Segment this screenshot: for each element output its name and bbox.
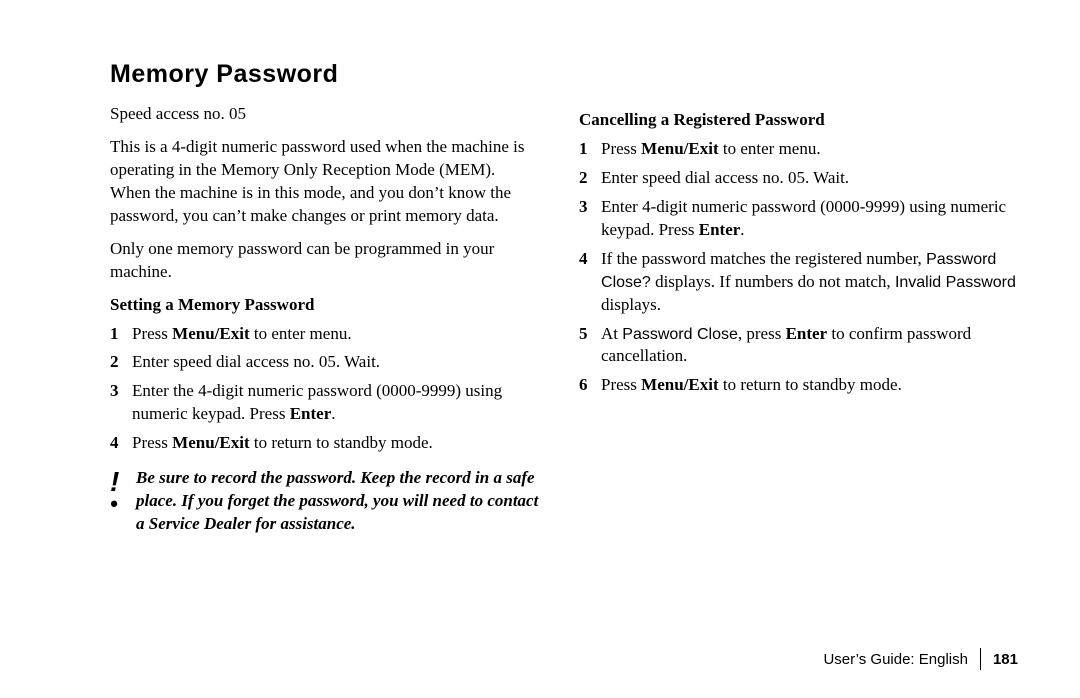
step-text: Press Menu/Exit to enter menu. xyxy=(601,138,1018,161)
page-footer: User’s Guide: English 181 xyxy=(823,648,1018,670)
cancel-steps: Press Menu/Exit to enter menu. Enter spe… xyxy=(579,138,1018,397)
step-text: Press Menu/Exit to return to standby mod… xyxy=(132,432,539,455)
setting-steps: Press Menu/Exit to enter menu. Enter spe… xyxy=(110,323,539,456)
cancel-step-4: If the password matches the registered n… xyxy=(579,248,1018,317)
step-text: Enter speed dial access no. 05. Wait. xyxy=(601,167,1018,190)
setting-step-2: Enter speed dial access no. 05. Wait. xyxy=(110,351,539,374)
page-title: Memory Password xyxy=(110,60,1018,89)
cancel-heading: Cancelling a Registered Password xyxy=(579,109,1018,132)
speed-access-line: Speed access no. 05 xyxy=(110,103,539,126)
setting-step-3: Enter the 4-digit numeric password (0000… xyxy=(110,380,539,426)
intro-paragraph-1: This is a 4-digit numeric password used … xyxy=(110,136,539,228)
setting-step-4: Press Menu/Exit to return to standby mod… xyxy=(110,432,539,455)
cancel-step-1: Press Menu/Exit to enter menu. xyxy=(579,138,1018,161)
setting-heading: Setting a Memory Password xyxy=(110,294,539,317)
cancel-step-3: Enter 4-digit numeric password (0000-999… xyxy=(579,196,1018,242)
document-page: Memory Password Speed access no. 05 This… xyxy=(0,0,1080,698)
step-text: If the password matches the registered n… xyxy=(601,248,1018,317)
setting-step-1: Press Menu/Exit to enter menu. xyxy=(110,323,539,346)
right-column: Cancelling a Registered Password Press M… xyxy=(579,103,1018,536)
step-text: Enter 4-digit numeric password (0000-999… xyxy=(601,196,1018,242)
warning-text: Be sure to record the password. Keep the… xyxy=(136,467,539,536)
step-text: At Password Close, press Enter to confir… xyxy=(601,323,1018,369)
footer-page-number: 181 xyxy=(981,651,1018,668)
step-text: Enter the 4-digit numeric password (0000… xyxy=(132,380,539,426)
footer-label: User’s Guide: English xyxy=(823,651,980,668)
warning-note: !• Be sure to record the password. Keep … xyxy=(110,467,539,536)
cancel-step-5: At Password Close, press Enter to confir… xyxy=(579,323,1018,369)
cancel-step-2: Enter speed dial access no. 05. Wait. xyxy=(579,167,1018,190)
cancel-step-6: Press Menu/Exit to return to standby mod… xyxy=(579,374,1018,397)
step-text: Press Menu/Exit to enter menu. xyxy=(132,323,539,346)
left-column: Speed access no. 05 This is a 4-digit nu… xyxy=(110,103,539,536)
step-text: Press Menu/Exit to return to standby mod… xyxy=(601,374,1018,397)
step-text: Enter speed dial access no. 05. Wait. xyxy=(132,351,539,374)
columns: Speed access no. 05 This is a 4-digit nu… xyxy=(110,103,1018,536)
exclamation-icon: !• xyxy=(110,471,136,540)
intro-paragraph-2: Only one memory password can be programm… xyxy=(110,238,539,284)
